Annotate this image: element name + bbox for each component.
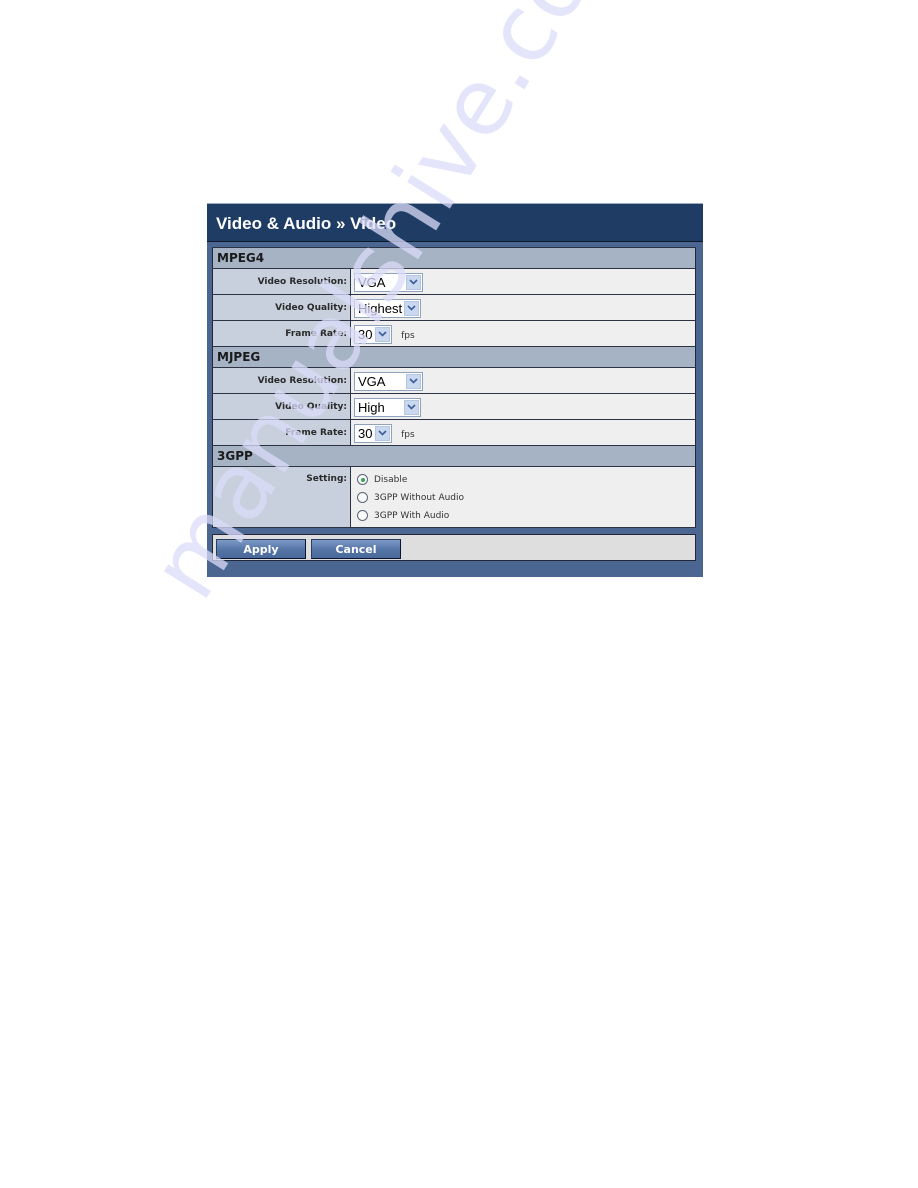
select-value: Highest (358, 300, 403, 316)
mpeg4-video-resolution-row: Video Resolution: VGA (212, 268, 696, 295)
field-label: Frame Rate: (212, 419, 351, 446)
unit-label: fps (401, 430, 415, 440)
select-value: High (358, 399, 385, 415)
mpeg4-video-quality-select[interactable]: Highest (354, 298, 421, 318)
field-label: Video Quality: (212, 294, 351, 321)
radio-option-3gpp-without-audio[interactable]: 3GPP Without Audio (354, 489, 695, 507)
radio-label: Disable (374, 474, 408, 485)
cancel-button[interactable]: Cancel (311, 539, 401, 559)
section-title: 3GPP (212, 445, 696, 467)
mjpeg-video-resolution-select[interactable]: VGA (354, 371, 423, 391)
field-label: Frame Rate: (212, 320, 351, 347)
3gpp-setting-row: Setting: Disable 3GPP Without Audio 3GPP… (212, 466, 696, 528)
field-label: Video Quality: (212, 393, 351, 420)
field-label: Setting: (212, 466, 351, 528)
select-value: 30 (358, 326, 373, 342)
apply-button[interactable]: Apply (216, 539, 306, 559)
mpeg4-frame-rate-select[interactable]: 30 (354, 324, 392, 344)
mjpeg-video-quality-select[interactable]: High (354, 397, 421, 417)
radio-option-3gpp-with-audio[interactable]: 3GPP With Audio (354, 507, 695, 525)
mjpeg-video-resolution-row: Video Resolution: VGA (212, 367, 696, 394)
select-value: 30 (358, 425, 373, 441)
mpeg4-video-resolution-select[interactable]: VGA (354, 272, 423, 292)
section-header-3gpp: 3GPP (212, 445, 696, 467)
radio-label: 3GPP Without Audio (374, 492, 465, 503)
mjpeg-frame-rate-select[interactable]: 30 (354, 423, 392, 443)
page-title: Video & Audio » Video (207, 204, 703, 242)
settings-table: MPEG4 Video Resolution: VGA Video Qualit… (212, 247, 696, 528)
select-value: VGA (358, 373, 386, 389)
select-value: VGA (358, 274, 386, 290)
field-label: Video Resolution: (212, 268, 351, 295)
unit-label: fps (401, 331, 415, 341)
mpeg4-frame-rate-row: Frame Rate: 30 fps (212, 320, 696, 347)
chevron-down-icon (375, 425, 390, 441)
3gpp-setting-radio-group: Disable 3GPP Without Audio 3GPP With Aud… (350, 466, 696, 528)
section-header-mjpeg: MJPEG (212, 346, 696, 368)
field-label: Video Resolution: (212, 367, 351, 394)
mpeg4-video-quality-row: Video Quality: Highest (212, 294, 696, 321)
video-settings-panel: Video & Audio » Video MPEG4 Video Resolu… (207, 203, 703, 577)
radio-option-disable[interactable]: Disable (354, 471, 695, 489)
radio-selected-icon[interactable] (357, 474, 368, 485)
chevron-down-icon (404, 399, 419, 415)
chevron-down-icon (406, 274, 421, 290)
radio-unselected-icon[interactable] (357, 510, 368, 521)
section-title: MJPEG (212, 346, 696, 368)
mjpeg-video-quality-row: Video Quality: High (212, 393, 696, 420)
button-bar: Apply Cancel (212, 534, 696, 561)
chevron-down-icon (406, 373, 421, 389)
mjpeg-frame-rate-row: Frame Rate: 30 fps (212, 419, 696, 446)
chevron-down-icon (375, 326, 390, 342)
radio-label: 3GPP With Audio (374, 510, 450, 521)
section-header-mpeg4: MPEG4 (212, 247, 696, 269)
section-title: MPEG4 (212, 247, 696, 269)
chevron-down-icon (404, 300, 419, 316)
radio-unselected-icon[interactable] (357, 492, 368, 503)
